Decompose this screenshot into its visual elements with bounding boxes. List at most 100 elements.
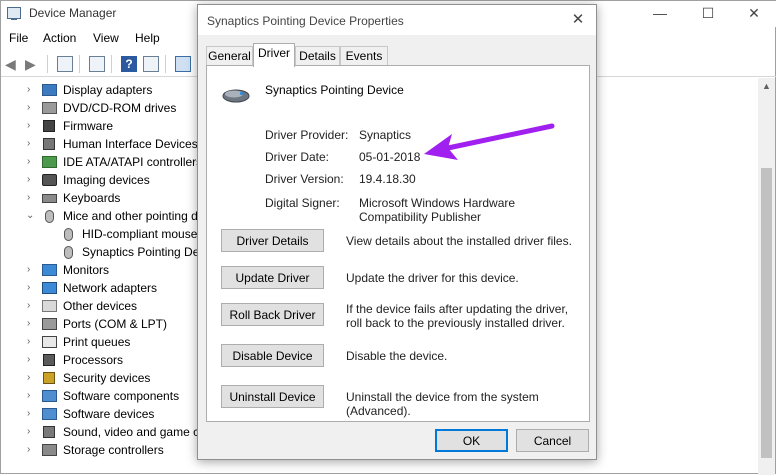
properties-view-icon[interactable] [57,56,73,72]
device-manager-icon [7,7,21,20]
tree-item[interactable]: ⌄ Mice and other pointing d [1,207,211,225]
digital-signer-label: Digital Signer: [265,196,340,210]
ok-button[interactable]: OK [435,429,508,452]
mouse-icon [45,210,54,223]
tree-item-label: Mice and other pointing d [63,209,198,223]
maximize-button[interactable]: ☐ [685,1,731,27]
tree-item-label: Software components [63,389,180,403]
tree-item[interactable]: HID-compliant mouse [1,225,211,243]
camera-icon [42,174,57,186]
scan-hardware-monitor-icon[interactable] [175,56,191,72]
driver-version-label: Driver Version: [265,172,344,186]
menu-help[interactable]: Help [135,31,160,45]
tree-item[interactable]: › DVD/CD-ROM drives [1,99,211,117]
unknown-device-icon [42,300,57,312]
tree-item[interactable]: › Software devices [1,405,211,423]
dialog-titlebar: Synaptics Pointing Device Properties ✕ [198,5,596,35]
tree-item-label: Keyboards [63,191,121,205]
tree-item[interactable]: › Firmware [1,117,211,135]
tab-events[interactable]: Events [340,46,388,66]
roll-back-driver-description: If the device fails after updating the d… [346,302,569,330]
tree-item-label: Other devices [63,299,138,313]
speaker-icon [43,426,55,438]
tab-general[interactable]: General [206,46,253,66]
expand-chevron-icon[interactable]: › [27,156,37,167]
software-component-icon [42,390,57,402]
tree-item[interactable]: › Software components [1,387,211,405]
expand-chevron-icon[interactable]: › [27,318,37,329]
expand-chevron-icon[interactable]: › [27,408,37,419]
tree-item-label: Security devices [63,371,151,385]
roll-back-driver-button[interactable]: Roll Back Driver [221,303,324,326]
tree-item-label: IDE ATA/ATAPI controllers [63,155,203,169]
expand-chevron-icon[interactable]: › [27,264,37,275]
tree-item-label: Network adapters [63,281,158,295]
scroll-up-arrow-icon[interactable]: ▲ [758,78,775,95]
driver-version-value: 19.4.18.30 [359,172,416,186]
scroll-thumb[interactable] [761,168,772,458]
expand-chevron-icon[interactable]: › [27,354,37,365]
expand-chevron-icon[interactable]: › [27,84,37,95]
menu-file[interactable]: File [9,31,28,45]
tree-item[interactable]: › Keyboards [1,189,211,207]
driver-tab-panel: Synaptics Pointing Device Driver Provide… [206,65,590,422]
update-driver-button[interactable]: Update Driver [221,266,324,289]
expand-chevron-icon[interactable]: › [27,300,37,311]
software-device-icon [42,408,57,420]
tab-driver[interactable]: Driver [253,43,295,67]
action-view-icon[interactable] [143,56,159,72]
forward-arrow-icon[interactable]: ▶ [25,56,41,72]
tree-item[interactable]: › Monitors [1,261,211,279]
tree-item[interactable]: › Processors [1,351,211,369]
tree-item-label: Imaging devices [63,173,150,187]
expand-chevron-icon[interactable]: › [27,282,37,293]
driver-details-button[interactable]: Driver Details [221,229,324,252]
collapse-chevron-icon[interactable]: ⌄ [26,210,36,221]
disable-device-button[interactable]: Disable Device [221,344,324,367]
show-hide-tree-icon[interactable] [89,56,105,72]
menu-action[interactable]: Action [43,31,76,45]
uninstall-device-description: Uninstall the device from the system (Ad… [346,390,539,418]
cancel-button[interactable]: Cancel [516,429,589,452]
tree-item[interactable]: › Network adapters [1,279,211,297]
expand-chevron-icon[interactable]: › [27,426,37,437]
disable-device-description: Disable the device. [346,349,448,363]
expand-chevron-icon[interactable]: › [27,390,37,401]
menu-view[interactable]: View [93,31,119,45]
expand-chevron-icon[interactable]: › [27,138,37,149]
expand-chevron-icon[interactable]: › [27,174,37,185]
expand-chevron-icon[interactable]: › [27,444,37,455]
tree-item[interactable]: › Security devices [1,369,211,387]
vertical-scrollbar[interactable]: ▲ [758,78,775,475]
tree-item[interactable]: › Human Interface Devices [1,135,211,153]
tree-item[interactable]: › Sound, video and game co [1,423,211,441]
dialog-close-icon[interactable]: ✕ [568,10,588,30]
network-adapter-icon [42,282,57,294]
expand-chevron-icon[interactable]: › [27,120,37,131]
firmware-icon [43,120,55,132]
tree-item[interactable]: › Storage controllers [1,441,211,459]
printer-icon [42,336,57,348]
back-arrow-icon[interactable]: ◀ [5,56,21,72]
tree-item-label: Ports (COM & LPT) [63,317,168,331]
driver-details-description: View details about the installed driver … [346,234,572,248]
properties-dialog: Synaptics Pointing Device Properties ✕ G… [197,4,597,460]
mouse-icon [64,228,73,241]
tree-item[interactable]: › Ports (COM & LPT) [1,315,211,333]
minimize-button[interactable]: — [637,1,683,27]
help-icon[interactable]: ? [121,56,137,72]
expand-chevron-icon[interactable]: › [27,192,37,203]
tab-details[interactable]: Details [295,46,340,66]
expand-chevron-icon[interactable]: › [27,336,37,347]
tree-item[interactable]: › Print queues [1,333,211,351]
tree-item[interactable]: Synaptics Pointing Dev [1,243,211,261]
expand-chevron-icon[interactable]: › [27,372,37,383]
tree-item[interactable]: › Other devices [1,297,211,315]
tree-item[interactable]: › Display adapters [1,81,211,99]
tree-item-label: DVD/CD-ROM drives [63,101,177,115]
expand-chevron-icon[interactable]: › [27,102,37,113]
tree-item[interactable]: › Imaging devices [1,171,211,189]
close-button[interactable]: ✕ [731,1,776,27]
uninstall-device-button[interactable]: Uninstall Device [221,385,324,408]
tree-item[interactable]: › IDE ATA/ATAPI controllers [1,153,211,171]
